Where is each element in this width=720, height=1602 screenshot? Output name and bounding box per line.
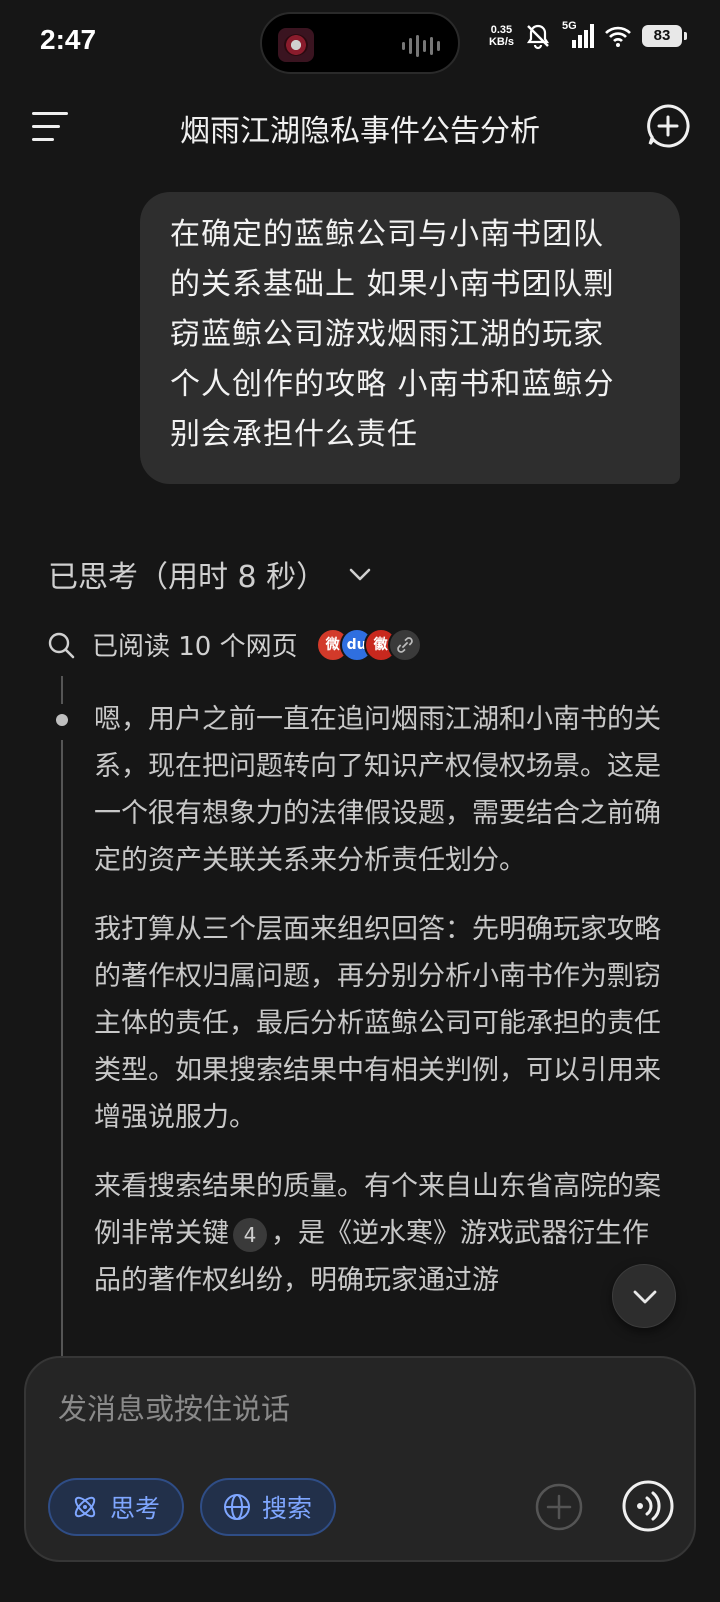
web-sources-row[interactable]: 已阅读 10 个网页 微 du 徽 — [46, 626, 422, 663]
chat-header: 烟雨江湖隐私事件公告分析 — [0, 92, 720, 162]
mute-bell-icon — [526, 24, 550, 50]
search-icon — [48, 632, 75, 658]
timeline-connector — [61, 676, 63, 704]
search-mode-button[interactable]: 搜索 — [200, 1478, 337, 1536]
sources-read-label: 已阅读 10 个网页 — [92, 632, 298, 662]
scroll-to-bottom-button[interactable] — [612, 1264, 676, 1328]
atom-icon — [74, 1496, 96, 1518]
battery-indicator: 83 — [642, 25, 687, 47]
thinking-paragraph: 我打算从三个层面来组织回答：先明确玩家攻略的著作权归属问题，再分别分析小南书作为… — [94, 914, 661, 1133]
user-message-line: 个人创作的攻略 小南书和蓝鲸分 — [170, 367, 615, 402]
dynamic-island[interactable] — [260, 12, 460, 74]
media-thumbnail — [278, 28, 314, 62]
thinking-summary: 已思考（用时 8 秒） — [48, 560, 327, 595]
chevron-down-icon — [349, 568, 371, 581]
link-icon — [387, 627, 422, 662]
thinking-paragraph: 来看搜索结果的质量。有个来自山东省高院的案例非常关键 4 ，是《逆水寒》游戏武器衍生… — [94, 1171, 661, 1296]
user-message-line: 别会承担什么责任 — [170, 417, 418, 452]
wifi-icon — [605, 26, 631, 47]
search-mode-label: 搜索 — [262, 1494, 313, 1523]
message-composer: 思考 搜索 — [24, 1356, 696, 1562]
status-time: 2:47 — [40, 24, 97, 55]
user-message-line: 在确定的蓝鲸公司与小南书团队 — [170, 217, 604, 252]
user-message-line: 的关系基础上 如果小南书团队剽 — [170, 267, 615, 302]
status-bar: 2:47 0.35 KB/s 5G 83 — [0, 0, 720, 84]
net-speed: 0.35 KB/s — [488, 24, 514, 48]
new-chat-icon[interactable] — [644, 102, 692, 150]
citation-badge[interactable]: 4 — [233, 1217, 267, 1252]
page-title: 烟雨江湖隐私事件公告分析 — [180, 114, 540, 149]
cellular-signal-icon: 5G — [562, 20, 594, 50]
source-icons[interactable]: 微 du 徽 — [315, 627, 422, 662]
user-message-bubble[interactable]: 在确定的蓝鲸公司与小南书团队 的关系基础上 如果小南书团队剽 窃蓝鲸公司游戏烟雨… — [140, 192, 680, 484]
timeline-dot — [56, 714, 68, 726]
think-mode-label: 思考 — [110, 1494, 161, 1523]
globe-icon — [224, 1494, 250, 1520]
status-icons: 0.35 KB/s 5G 83 — [488, 20, 687, 50]
timeline-line — [61, 740, 63, 1360]
think-mode-button[interactable]: 思考 — [48, 1478, 185, 1536]
chevron-down-icon — [633, 1290, 657, 1304]
thinking-paragraph: 嗯，用户之前一直在追问烟雨江湖和小南书的关系，现在把问题转向了知识产权侵权场景。… — [94, 704, 661, 876]
thinking-toggle[interactable]: 已思考（用时 8 秒） — [48, 552, 374, 596]
voice-call-button[interactable] — [620, 1478, 676, 1534]
audio-wave-icon — [402, 34, 440, 58]
user-message-line: 窃蓝鲸公司游戏烟雨江湖的玩家 — [170, 317, 604, 352]
message-input[interactable] — [56, 1386, 660, 1432]
add-attachment-button[interactable] — [534, 1482, 584, 1532]
thinking-content: 嗯，用户之前一直在追问烟雨江湖和小南书的关系，现在把问题转向了知识产权侵权场景。… — [94, 696, 674, 1326]
